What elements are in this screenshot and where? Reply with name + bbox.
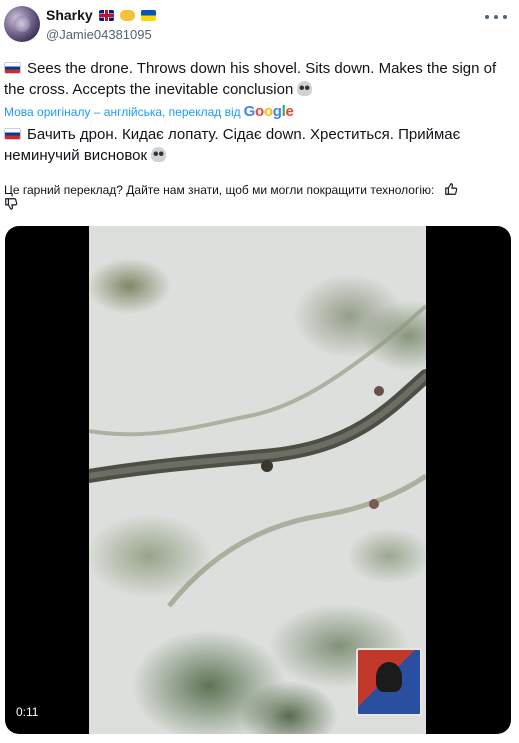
video-frame [89,226,426,734]
google-logo: Google [243,103,294,120]
tweet-header: Sharky @Jamie04381095 [0,0,519,50]
thumb-up-icon[interactable] [444,182,458,196]
avatar[interactable] [4,6,40,42]
video-timestamp: 0:11 [16,705,39,719]
ukraine-flag-icon [140,9,156,21]
unit-patch-logo [356,648,422,716]
feedback-prompt: Це гарний переклад? Дайте нам знати, щоб… [4,183,435,197]
name-row: Sharky [46,7,156,23]
uk-flag-icon [98,9,114,21]
russia-flag-icon [4,62,21,74]
translation-attribution-label: Мова оригіналу – англійська, переклад ві… [4,104,241,119]
skull-icon [297,81,313,96]
russia-flag-icon [4,128,21,140]
video-player[interactable]: 0:11 [5,226,511,734]
handshake-icon [119,9,135,21]
user-handle[interactable]: @Jamie04381095 [46,27,152,42]
skull-icon [151,147,167,162]
more-icon[interactable] [485,10,507,24]
translation-attribution[interactable]: Мова оригіналу – англійська, переклад ві… [4,103,294,120]
translation-feedback: Це гарний переклад? Дайте нам знати, щоб… [4,182,510,197]
translated-tweet-text: Бачить дрон. Кидає лопату. Сідає down. Х… [4,124,510,166]
thumb-down-icon[interactable] [4,197,18,211]
display-name[interactable]: Sharky [46,7,93,23]
original-text: Sees the drone. Throws down his shovel. … [4,60,497,98]
original-tweet-text: Sees the drone. Throws down his shovel. … [4,58,510,100]
translated-text: Бачить дрон. Кидає лопату. Сідає down. Х… [4,126,461,164]
